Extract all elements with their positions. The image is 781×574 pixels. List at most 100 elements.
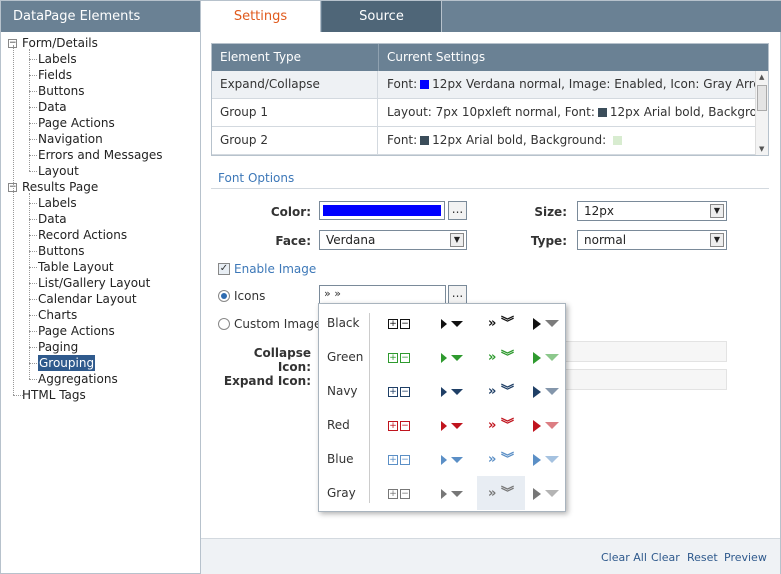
tree-group-label[interactable]: Results Page [22, 179, 98, 195]
tab-source[interactable]: Source [322, 1, 442, 32]
tree-item-label[interactable]: Paging [38, 339, 78, 355]
tree-item-label[interactable]: Aggregations [38, 371, 118, 387]
tree-item-label[interactable]: Charts [38, 307, 77, 323]
tree-item-label[interactable]: Navigation [38, 131, 103, 147]
header-current-settings: Current Settings [387, 50, 486, 64]
tree-item[interactable]: Page Actions [1, 323, 201, 339]
icons-radio[interactable] [218, 290, 230, 302]
grid-cell-type: Group 2 [212, 127, 378, 154]
color-picker-button[interactable]: ... [448, 201, 467, 220]
tree-item-label[interactable]: Grouping [38, 355, 96, 371]
icon-preview-field[interactable]: » » [319, 285, 446, 304]
double-chevron-icon[interactable]: » ︾ [477, 340, 525, 374]
tree-item-html-tags[interactable]: HTML Tags [1, 387, 201, 403]
plus-minus-icon[interactable]: + − [379, 306, 419, 340]
tree-item[interactable]: Fields [1, 67, 201, 83]
triangle-arrow-icon[interactable] [429, 476, 475, 510]
type-select[interactable]: normal ▼ [577, 230, 727, 250]
custom-images-label[interactable]: Custom Images [234, 317, 328, 331]
grid-row[interactable]: Expand/Collapse Font: 12px Verdana normal… [212, 71, 755, 99]
tree-item[interactable]: Page Actions [1, 115, 201, 131]
plus-minus-icon[interactable]: + − [379, 408, 419, 442]
tree-item[interactable]: Labels [1, 51, 201, 67]
icons-radio-label[interactable]: Icons [234, 289, 265, 303]
tree-item-label[interactable]: List/Gallery Layout [38, 275, 150, 291]
tree-item[interactable]: Errors and Messages [1, 147, 201, 163]
outline-triangle-icon[interactable] [527, 306, 565, 340]
tree-item[interactable]: Data [1, 211, 201, 227]
scroll-down-icon[interactable]: ▼ [759, 145, 764, 153]
tree-group-node[interactable]: − Results Page [1, 179, 201, 195]
triangle-arrow-icon[interactable] [429, 374, 475, 408]
tree-group-label[interactable]: Form/Details [22, 35, 98, 51]
icon-color-label: Black [327, 316, 360, 330]
tree-item[interactable]: List/Gallery Layout [1, 275, 201, 291]
grid-row[interactable]: Group 1 Layout: 7px 10pxleft normal, Fon… [212, 99, 755, 127]
tree-item[interactable]: Grouping [1, 355, 201, 371]
tree-item-label[interactable]: Data [38, 99, 67, 115]
icon-picker-button[interactable]: ... [448, 285, 467, 304]
tree-item-label[interactable]: Labels [38, 51, 77, 67]
tree-item-label[interactable]: Page Actions [38, 323, 115, 339]
triangle-arrow-icon[interactable] [429, 340, 475, 374]
tree-item-label[interactable]: Calendar Layout [38, 291, 137, 307]
tree-item-label[interactable]: Errors and Messages [38, 147, 163, 163]
tree-item-label[interactable]: Layout [38, 163, 79, 179]
tree-item[interactable]: Labels [1, 195, 201, 211]
tree-item[interactable]: Data [1, 99, 201, 115]
reset-link[interactable]: Reset [687, 551, 718, 564]
plus-minus-icon[interactable]: + − [379, 340, 419, 374]
double-chevron-icon[interactable]: » ︾ [477, 408, 525, 442]
tree-item[interactable]: Charts [1, 307, 201, 323]
size-select[interactable]: 12px ▼ [577, 201, 727, 221]
triangle-arrow-icon[interactable] [429, 442, 475, 476]
double-chevron-icon[interactable]: » ︾ [477, 442, 525, 476]
tree-item[interactable]: Record Actions [1, 227, 201, 243]
tree-item-label[interactable]: Buttons [38, 83, 84, 99]
color-swatch-field[interactable] [319, 201, 445, 220]
scroll-thumb[interactable] [757, 85, 767, 111]
tree-item[interactable]: Aggregations [1, 371, 201, 387]
tree-group-node[interactable]: − Form/Details [1, 35, 201, 51]
outline-triangle-icon[interactable] [527, 374, 565, 408]
plus-minus-icon[interactable]: + − [379, 374, 419, 408]
tree-item-label[interactable]: Record Actions [38, 227, 127, 243]
tree-item-label[interactable]: HTML Tags [22, 387, 86, 403]
tree-item[interactable]: Paging [1, 339, 201, 355]
enable-image-checkbox[interactable]: ✓ [218, 263, 230, 275]
tree-item[interactable]: Buttons [1, 83, 201, 99]
tree-item[interactable]: Calendar Layout [1, 291, 201, 307]
tree-item[interactable]: Layout [1, 163, 201, 179]
plus-minus-icon[interactable]: + − [379, 442, 419, 476]
double-chevron-icon[interactable]: » ︾ [477, 476, 525, 510]
tree-item-label[interactable]: Labels [38, 195, 77, 211]
tree-item[interactable]: Table Layout [1, 259, 201, 275]
enable-image-label[interactable]: Enable Image [234, 262, 316, 276]
scroll-up-icon[interactable]: ▲ [759, 73, 764, 81]
outline-triangle-icon[interactable] [527, 340, 565, 374]
tree-item-label[interactable]: Data [38, 211, 67, 227]
outline-triangle-icon[interactable] [527, 476, 565, 510]
double-chevron-icon[interactable]: » ︾ [477, 374, 525, 408]
grid-scrollbar[interactable]: ▲ ▼ [755, 71, 768, 155]
tree-item-label[interactable]: Fields [38, 67, 72, 83]
outline-triangle-icon[interactable] [527, 408, 565, 442]
preview-link[interactable]: Preview [724, 551, 767, 564]
outline-triangle-icon[interactable] [527, 442, 565, 476]
tree-item-label[interactable]: Page Actions [38, 115, 115, 131]
tree-item-label[interactable]: Buttons [38, 243, 84, 259]
tree-item-label[interactable]: Table Layout [38, 259, 114, 275]
triangle-arrow-icon[interactable] [429, 408, 475, 442]
grid-row[interactable]: Group 2 Font: 12px Arial bold, Background… [212, 127, 755, 155]
tab-settings[interactable]: Settings [201, 1, 321, 32]
double-chevron-icon[interactable]: » ︾ [477, 306, 525, 340]
font-options-title: Font Options [218, 171, 295, 185]
tree-item[interactable]: Buttons [1, 243, 201, 259]
clear-link[interactable]: Clear [651, 551, 680, 564]
plus-minus-icon[interactable]: + − [379, 476, 419, 510]
custom-images-radio[interactable] [218, 318, 230, 330]
triangle-arrow-icon[interactable] [429, 306, 475, 340]
tree-item[interactable]: Navigation [1, 131, 201, 147]
face-select[interactable]: Verdana ▼ [319, 230, 467, 250]
clear-all-link[interactable]: Clear All [601, 551, 647, 564]
